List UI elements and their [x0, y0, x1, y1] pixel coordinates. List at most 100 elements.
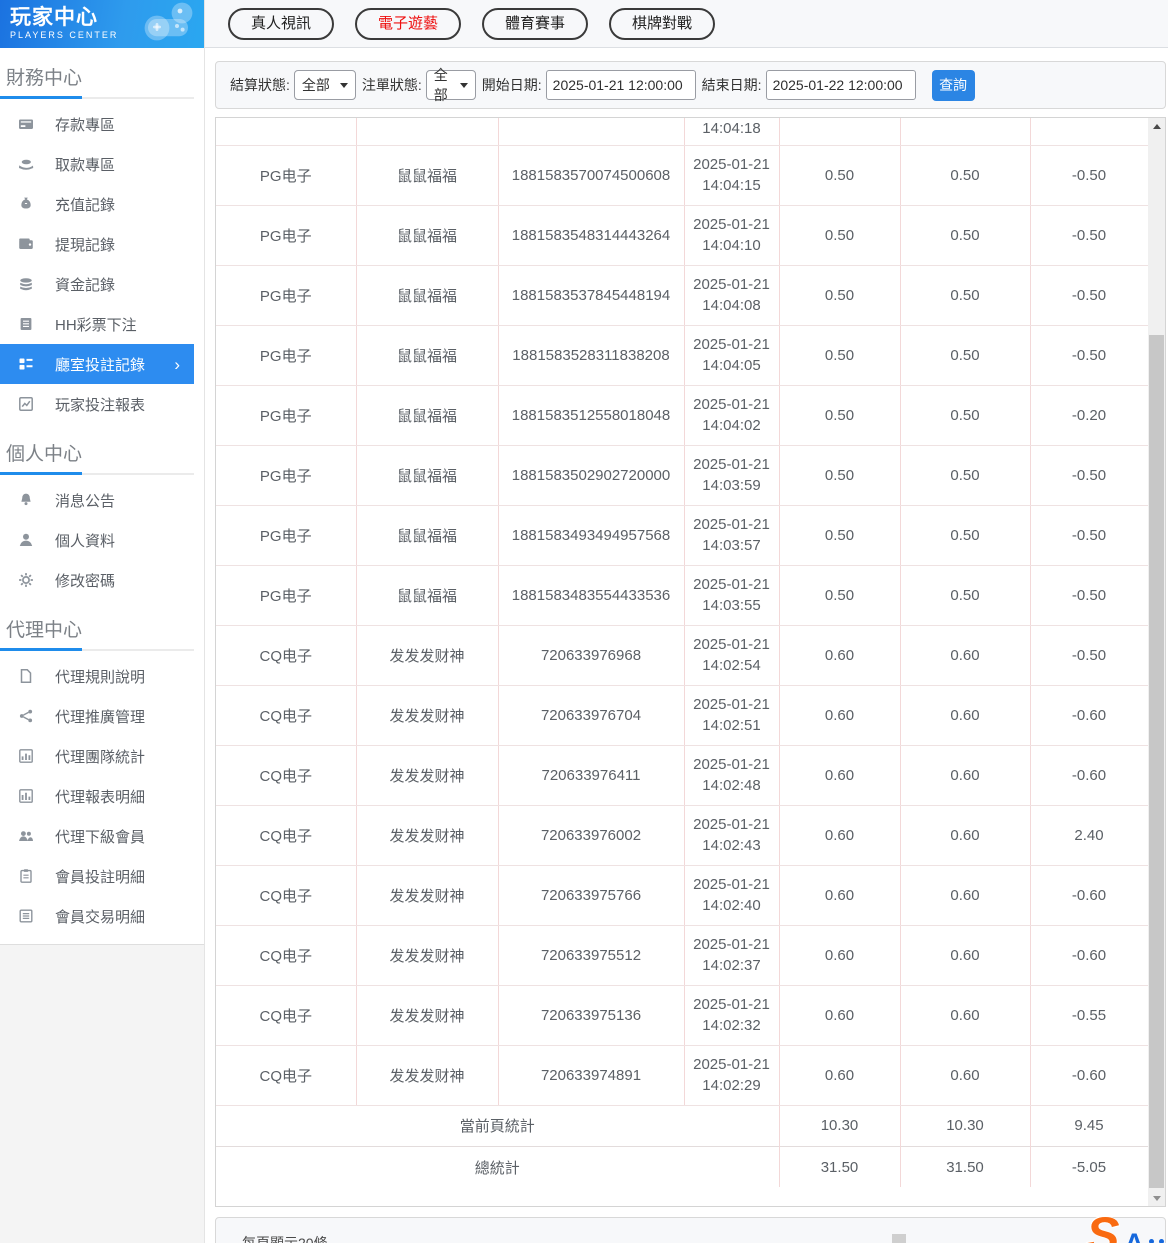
sidebar-item[interactable]: 會員投註明細 [0, 856, 204, 896]
table-row-partial: 14:04:18 [216, 118, 1149, 146]
bet-amount-cell: 0.50 [779, 145, 901, 206]
summary-result-cell: 9.45 [1030, 1104, 1149, 1147]
settle-status-select[interactable]: 全部 [293, 70, 356, 100]
sidebar-section-title: 個人中心 [6, 444, 83, 465]
end-date-input[interactable] [765, 70, 916, 100]
table-row: CQ电子 发发发财神 720633975136 2025-01-21 14:02:32 0… [216, 985, 1149, 1046]
provider-cell: CQ电子 [216, 745, 357, 806]
tab-category[interactable]: 體育賽事 [482, 7, 589, 40]
provider-cell: PG电子 [216, 505, 357, 566]
result-cell: -0.60 [1030, 865, 1149, 926]
order-number-cell: 1881583483554433536 [498, 565, 685, 626]
result-cell: -0.60 [1030, 745, 1149, 806]
sidebar-item-label: 修改密碼 [55, 572, 116, 590]
start-date-label: 開始日期: [481, 77, 542, 93]
order-number-cell: 720633976704 [498, 685, 685, 746]
order-number-cell: 720633976968 [498, 625, 685, 686]
sidebar-item-label: 代理報表明細 [55, 788, 146, 806]
tab-category[interactable]: 棋牌對戰 [609, 7, 716, 40]
provider-cell: PG电子 [216, 385, 357, 446]
sidebar-item-label: 會員交易明細 [55, 908, 146, 926]
sidebar-item-label: 充值記錄 [55, 196, 116, 214]
order-number-cell: 1881583548314443264 [498, 205, 685, 266]
sidebar-item[interactable]: 取款專區 [0, 144, 204, 184]
table-scrollbar[interactable] [1148, 118, 1165, 1206]
agent-members-users-icon [17, 828, 34, 845]
table-row: CQ电子 发发发财神 720633974891 2025-01-21 14:02:29 0… [216, 1045, 1149, 1106]
bet-amount-cell: 0.50 [779, 205, 901, 266]
start-date-input[interactable] [545, 70, 696, 100]
section-divider [0, 648, 194, 651]
order-status-select[interactable]: 全部 [425, 67, 476, 103]
valid-amount-cell: 0.50 [900, 565, 1031, 626]
scrollbar-thumb[interactable] [1149, 335, 1164, 1188]
datetime-cell: 2025-01-21 14:02:54 [684, 625, 780, 686]
sidebar-item[interactable]: 個人資料 [0, 520, 204, 560]
bet-time-cell: 14:04:18 [684, 118, 780, 146]
sogou-ime-logo-icon[interactable]: S [1086, 1210, 1119, 1243]
bet-amount-cell: 0.50 [779, 445, 901, 506]
sidebar-item[interactable]: 代理下級會員 [0, 816, 204, 856]
sidebar-item-label: 廳室投註記錄 [55, 356, 146, 374]
sidebar-item[interactable]: 代理規則說明 [0, 656, 204, 696]
game-cell: 发发发财神 [356, 985, 499, 1046]
order-number-cell: 1881583502902720000 [498, 445, 685, 506]
announcement-bell-icon [17, 492, 34, 509]
game-cell: 发发发财神 [356, 745, 499, 806]
sidebar-item[interactable]: 玩家投注報表 [0, 384, 204, 424]
table-row: PG电子 鼠鼠福福 1881583493494957568 2025-01-21 14:… [216, 505, 1149, 566]
sidebar-item[interactable]: 廳室投註記錄 › [0, 344, 194, 384]
result-cell: -0.50 [1030, 325, 1149, 386]
sidebar-section-title: 代理中心 [6, 620, 83, 641]
bet-records-table: 14:04:18 PG电子 鼠鼠福福 1881583570074500608 2025-… [216, 118, 1149, 1188]
search-button[interactable]: 查詢 [931, 69, 975, 101]
datetime-cell: 2025-01-21 14:02:51 [684, 685, 780, 746]
order-number-cell: 1881583528311838208 [498, 325, 685, 386]
order-number-cell: 1881583512558018048 [498, 385, 685, 446]
game-cell: 鼠鼠福福 [356, 205, 499, 266]
table-row: PG电子 鼠鼠福福 1881583502902720000 2025-01-21 14:… [216, 445, 1149, 506]
tab-category[interactable]: 真人視訊 [228, 7, 335, 40]
sidebar-item[interactable]: 代理推廣管理 [0, 696, 204, 736]
sidebar-item[interactable]: 修改密碼 [0, 560, 204, 600]
sidebar-item[interactable]: 消息公告 [0, 480, 204, 520]
valid-amount-cell: 0.50 [900, 265, 1031, 326]
table-row: PG电子 鼠鼠福福 1881583548314443264 2025-01-21 14:… [216, 205, 1149, 266]
scrollbar-down-arrow-icon[interactable] [1148, 1190, 1165, 1206]
sidebar-item[interactable]: 提現記錄 [0, 224, 204, 264]
sidebar-item[interactable]: 代理報表明細 [0, 776, 204, 816]
sidebar-item[interactable]: HH彩票下注 [0, 304, 204, 344]
datetime-cell: 2025-01-21 14:02:37 [684, 925, 780, 986]
game-cell: 发发发财神 [356, 865, 499, 926]
valid-amount-cell: 0.50 [900, 145, 1031, 206]
tab-active[interactable]: 電子遊藝 [355, 7, 462, 40]
bet-table-body: 14:04:18 PG电子 鼠鼠福福 1881583570074500608 2025-… [216, 118, 1149, 1188]
sidebar-item-label: 消息公告 [55, 492, 116, 510]
provider-cell: CQ电子 [216, 805, 357, 866]
sidebar-item[interactable]: 會員交易明細 [0, 896, 204, 936]
bet-amount-cell: 0.50 [779, 385, 901, 446]
ime-mode-letter[interactable]: A [1125, 1229, 1145, 1243]
result-cell: -0.50 [1030, 145, 1149, 206]
page-summary-row: 當前頁統計 10.30 10.30 9.45 [216, 1104, 1149, 1147]
bet-amount-cell: 0.60 [779, 865, 901, 926]
sidebar-item[interactable]: 充值記錄 [0, 184, 204, 224]
scrollbar-up-arrow-icon[interactable] [1148, 118, 1165, 134]
pagination-control[interactable] [892, 1234, 906, 1243]
bet-amount-cell: 0.60 [779, 685, 901, 746]
gamepad-icon [140, 0, 198, 48]
sidebar-item-label: 代理下級會員 [55, 828, 146, 846]
valid-amount-cell: 0.60 [900, 1045, 1031, 1106]
sidebar-item[interactable]: 資金記錄 [0, 264, 204, 304]
bet-amount-cell: 0.60 [779, 745, 901, 806]
result-cell: -0.50 [1030, 265, 1149, 326]
bet-amount-cell: 0.60 [779, 925, 901, 986]
sidebar-item-label: 代理團隊統計 [55, 748, 146, 766]
provider-cell: CQ电子 [216, 625, 357, 686]
table-row: CQ电子 发发发财神 720633976968 2025-01-21 14:02:54 0… [216, 625, 1149, 686]
sidebar-item[interactable]: 存款專區 [0, 104, 204, 144]
sidebar-item[interactable]: 代理團隊統計 [0, 736, 204, 776]
order-number-cell: 720633975512 [498, 925, 685, 986]
table-row: PG电子 鼠鼠福福 1881583570074500608 2025-01-21 14:… [216, 145, 1149, 206]
order-status-label: 注單狀態: [361, 77, 422, 93]
